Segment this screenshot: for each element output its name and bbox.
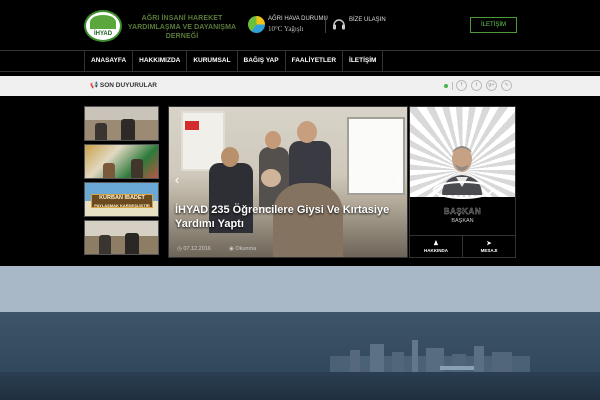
announcements-title: SON DUYURULAR: [99, 82, 157, 89]
kurban-banner: KURBAN İBADET PAYLAŞMAK KARDEŞLİKTİR: [91, 194, 153, 208]
google-plus-icon[interactable]: g+: [486, 80, 497, 91]
news-thumbnail[interactable]: KURBAN İBADET PAYLAŞMAK KARDEŞLİKTİR: [84, 182, 159, 217]
nav-item-anasayfa[interactable]: ANASAYFA: [84, 51, 134, 71]
president-panel: BAŞKAN BAŞKAN ♟ HAKKINDA ➤ MESAJI: [409, 106, 516, 258]
slide-photo-head: [297, 121, 317, 143]
slide-read-label: Okunma: [235, 246, 257, 252]
rss-icon[interactable]: ∿: [501, 80, 512, 91]
thumbnail-figure: [103, 163, 115, 178]
slide-photo-window: [181, 111, 225, 171]
nav-item-kurumsal[interactable]: KURUMSAL: [187, 51, 238, 71]
thumbnail-figure: [121, 119, 135, 140]
flag-icon: [185, 121, 199, 130]
slider-prev-arrow[interactable]: ‹: [172, 173, 182, 187]
president-about-label: HAKKINDA: [424, 248, 448, 253]
news-thumbnail[interactable]: [84, 106, 159, 141]
main-nav: ANASAYFA HAKKIMIZDA KURUMSAL BAĞIŞ YAP F…: [0, 50, 600, 72]
org-name-line: AĞRI İNSANİ HAREKET: [141, 15, 223, 22]
weather-label: AĞRI HAVA DURUMU: [268, 16, 328, 22]
announcements-label: 📢 SON DUYURULAR: [90, 76, 157, 96]
contact-button[interactable]: İLETİŞİM: [470, 17, 517, 33]
slide-photo-head: [221, 147, 239, 167]
calendar-icon: ◷: [177, 246, 182, 252]
weather-value: 10°C Yağışlı: [268, 25, 304, 33]
send-icon: ➤: [486, 241, 492, 247]
header-divider: [325, 16, 326, 33]
logo-emblem: [90, 15, 116, 29]
logo[interactable]: İHYAD: [84, 10, 122, 42]
contact-label[interactable]: BİZE ULAŞIN: [349, 17, 386, 23]
city-skyline: [330, 340, 530, 372]
announcement-divider: [452, 82, 453, 90]
twitter-icon[interactable]: t: [471, 80, 482, 91]
president-message-button[interactable]: ➤ MESAJI: [463, 236, 515, 257]
thumbnail-figure: [95, 123, 107, 140]
thumbnail-figure: [125, 233, 139, 254]
kurban-banner-line: KURBAN İBADET: [99, 195, 145, 201]
thumbnail-figure: [99, 235, 111, 254]
kurban-banner-line: PAYLAŞMAK KARDEŞLİKTİR: [94, 203, 150, 208]
nav-item-hakkimizda[interactable]: HAKKIMIZDA: [133, 51, 188, 71]
president-photo-ring: [433, 181, 493, 199]
nav-item-bagis-yap[interactable]: BAĞIŞ YAP: [238, 51, 286, 71]
site-header: İHYAD AĞRI İNSANİ HAREKET YARDIMLAŞMA VE…: [0, 0, 600, 50]
slide-read-count: ◉ Okunma: [229, 246, 256, 252]
president-message-label: MESAJI: [480, 248, 498, 253]
thumbnail-photo: [85, 221, 158, 254]
slide-date: ◷ 07.12.2016: [177, 246, 211, 252]
news-thumbnail[interactable]: [84, 220, 159, 255]
nav-menu: ANASAYFA HAKKIMIZDA KURUMSAL BAĞIŞ YAP F…: [84, 51, 384, 71]
user-icon: ♟: [433, 241, 439, 247]
slide-date-value: 07.12.2016: [183, 246, 211, 252]
president-about-button[interactable]: ♟ HAKKINDA: [410, 236, 463, 257]
slide-caption[interactable]: İHYAD 235 Öğrencilere Giysi Ve Kırtasiye…: [175, 203, 405, 231]
headset-icon: [333, 19, 345, 30]
status-dot: [444, 84, 448, 88]
banner-sky: [0, 266, 600, 312]
president-subtitle: BAŞKAN: [451, 218, 474, 224]
slide-photo-head: [265, 131, 281, 149]
org-name-line: YARDIMLAŞMA VE DAYANIŞMA: [127, 24, 237, 31]
thumbnail-figure: [131, 159, 143, 178]
slide-photo-head: [261, 169, 281, 187]
thumbnail-photo: [85, 145, 158, 178]
eye-icon: ◉: [229, 246, 234, 252]
logo-text: İHYAD: [93, 31, 113, 37]
organization-name: AĞRI İNSANİ HAREKET YARDIMLAŞMA VE DAYAN…: [126, 14, 238, 41]
slider-next-arrow[interactable]: ›: [393, 173, 403, 187]
weather-icon: [248, 16, 265, 33]
facebook-icon[interactable]: f: [456, 80, 467, 91]
banner-water: [0, 372, 600, 400]
page: İHYAD AĞRI İNSANİ HAREKET YARDIMLAŞMA VE…: [0, 0, 600, 400]
news-slider[interactable]: ‹ › İHYAD 235 Öğrencilere Giysi Ve Kırta…: [168, 106, 408, 258]
news-thumbnail[interactable]: [84, 144, 159, 179]
president-buttons: ♟ HAKKINDA ➤ MESAJI: [410, 235, 515, 257]
nav-item-iletisim[interactable]: İLETİŞİM: [343, 51, 384, 71]
nav-item-faaliyetler[interactable]: FAALİYETLER: [286, 51, 344, 71]
president-title: BAŞKAN: [443, 207, 482, 216]
banner-cityscape: [0, 312, 600, 400]
org-name-line: DERNEĞİ: [165, 33, 199, 40]
announcement-bar: 📢 SON DUYURULAR f t g+ ∿: [0, 76, 600, 96]
megaphone-icon: 📢: [90, 82, 99, 89]
